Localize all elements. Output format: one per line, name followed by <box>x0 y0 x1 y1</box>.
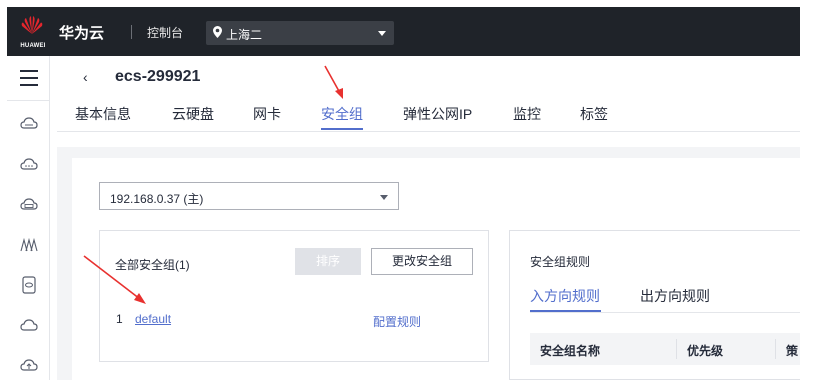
annotation-arrows <box>83 65 343 304</box>
arrow-icon <box>324 65 343 99</box>
arrow-icon <box>83 255 146 304</box>
